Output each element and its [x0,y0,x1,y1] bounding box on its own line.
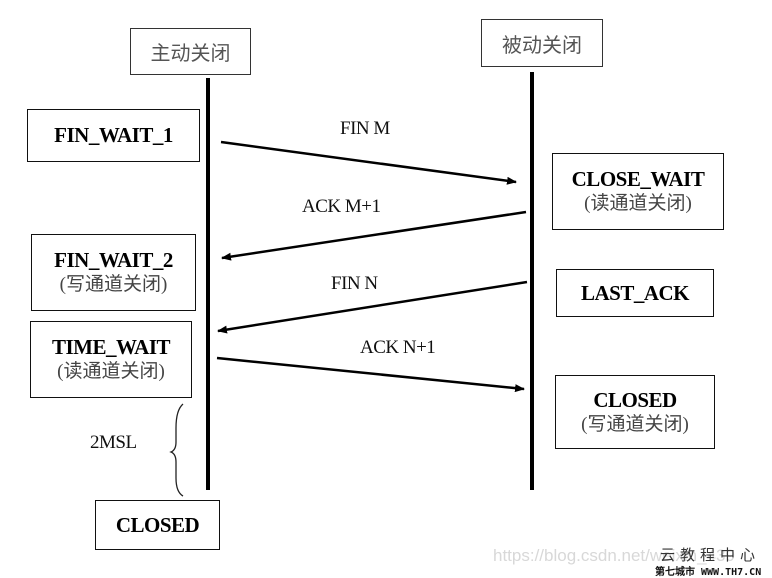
passive-close-header: 被动关闭 [481,19,603,67]
state-closed-passive: CLOSED (写通道关闭) [555,375,715,449]
state-time-wait: TIME_WAIT (读通道关闭) [30,321,192,398]
active-close-label: 主动关闭 [150,43,231,65]
state-note: (读通道关闭) [584,193,692,215]
state-note: (写通道关闭) [59,274,168,296]
state-close-wait: CLOSE_WAIT (读通道关闭) [552,153,724,230]
arrow-ack-m1 [221,210,527,261]
2msl-brace [169,403,184,497]
state-name: CLOSED [593,387,677,412]
state-fin-wait-1: FIN_WAIT_1 [27,109,200,162]
label-2msl: 2MSL [90,432,137,453]
label-ack-m1: ACK M+1 [302,196,381,217]
state-name: FIN_WAIT_1 [54,123,173,148]
state-closed-active: CLOSED [95,500,220,550]
state-name: CLOSED [115,512,200,537]
state-last-ack: LAST_ACK [556,269,714,317]
watermark-brand-small: 第七城市 WWW.TH7.CN [655,567,762,578]
arrow-fin-m [220,140,517,185]
label-ack-n1: ACK N+1 [360,337,436,358]
state-name: LAST_ACK [580,280,690,305]
state-name: FIN_WAIT_2 [54,248,173,273]
state-name: TIME_WAIT [51,335,171,360]
state-name: CLOSE_WAIT [571,167,705,192]
state-fin-wait-2: FIN_WAIT_2 (写通道关闭) [31,234,196,311]
label-fin-n: FIN N [331,273,378,294]
label-fin-m: FIN M [340,118,390,139]
passive-close-label: 被动关闭 [502,34,582,57]
arrow-ack-n1 [216,356,525,393]
state-note: (读通道关闭) [57,361,165,383]
active-close-header: 主动关闭 [130,28,251,75]
watermark-brand: 云教程中心 [660,546,761,564]
state-note: (写通道关闭) [581,413,689,435]
